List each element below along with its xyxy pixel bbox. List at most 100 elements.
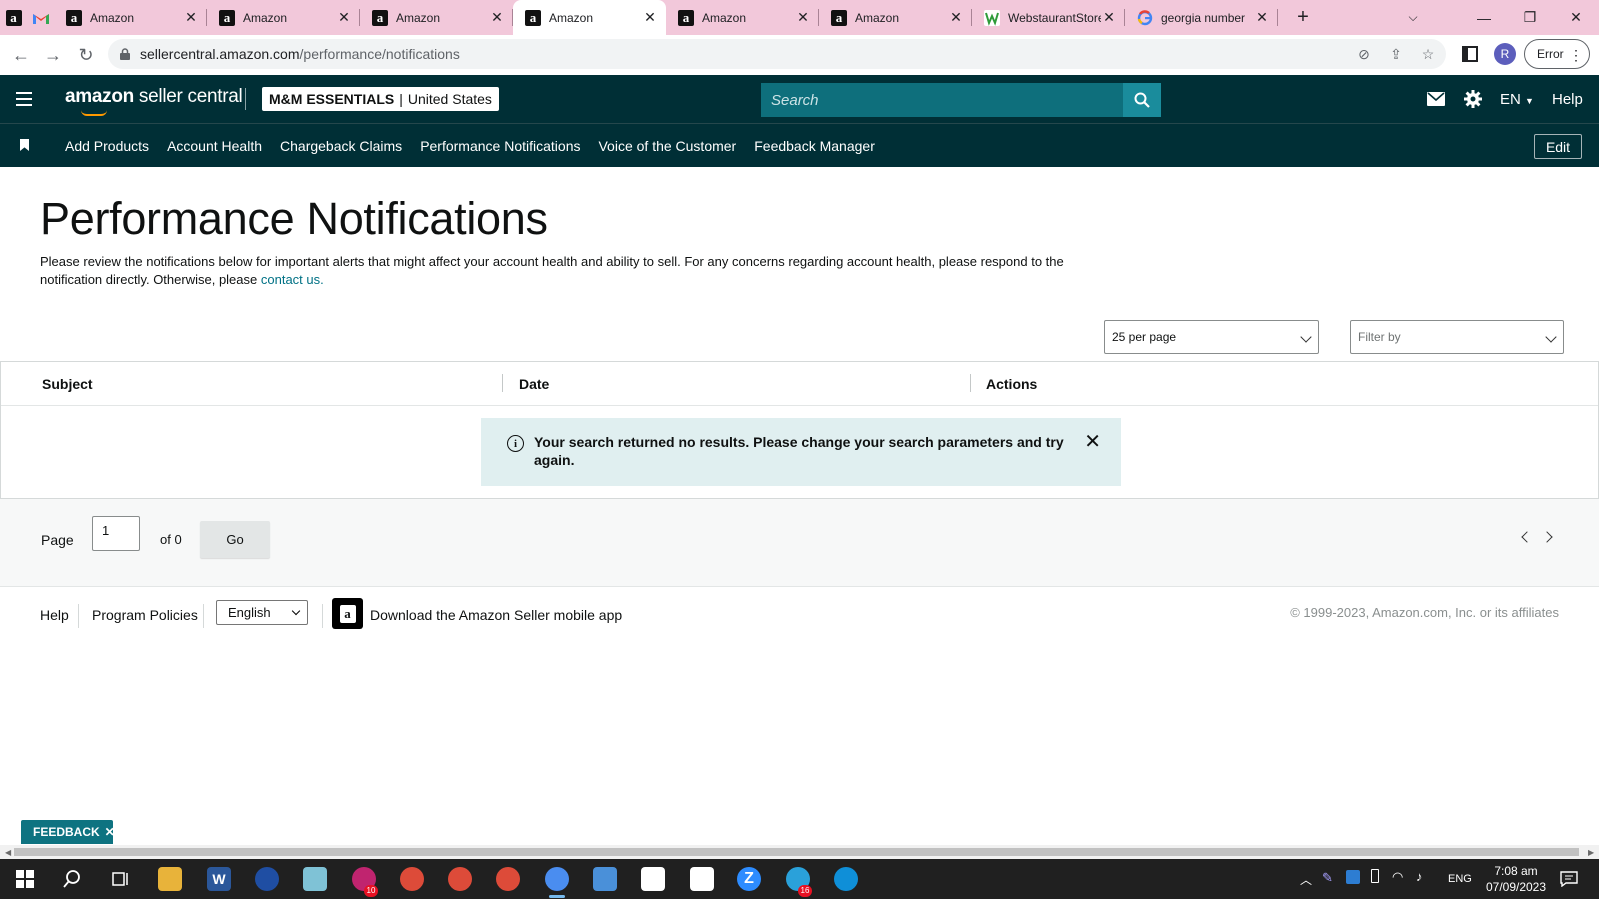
footer-help-link[interactable]: Help xyxy=(40,607,69,623)
gear-icon[interactable] xyxy=(1464,90,1482,108)
pinned-tab-amazon[interactable]: a xyxy=(0,0,27,35)
horizontal-scrollbar[interactable]: ◀ ▶ xyxy=(0,845,1599,859)
search-icon[interactable] xyxy=(60,867,84,891)
filter-select[interactable]: Filter by xyxy=(1350,320,1564,354)
chrome-icon[interactable] xyxy=(448,867,472,891)
task-view-icon[interactable] xyxy=(108,867,132,891)
page-number-input[interactable]: 1 xyxy=(92,516,140,551)
pinned-tab-gmail[interactable] xyxy=(27,0,54,35)
browser-tab[interactable]: a Amazon ✕ xyxy=(54,0,207,35)
notepad-icon[interactable] xyxy=(303,867,327,891)
chevron-right-icon[interactable] xyxy=(1541,531,1553,543)
volume-icon[interactable]: ♪ xyxy=(1416,869,1423,884)
language-selector[interactable]: EN ▼ xyxy=(1500,91,1534,108)
side-panel-icon[interactable] xyxy=(1462,46,1478,62)
active-app-indicator xyxy=(549,895,565,898)
close-tab-icon[interactable]: ✕ xyxy=(795,9,811,26)
word-icon[interactable]: W xyxy=(207,867,231,891)
search-input[interactable]: Search xyxy=(761,83,1123,117)
minimize-icon[interactable]: — xyxy=(1461,0,1507,35)
file-explorer-icon[interactable] xyxy=(158,867,182,891)
star-icon[interactable]: ☆ xyxy=(1417,46,1439,63)
address-bar[interactable]: sellercentral.amazon.com/performance/not… xyxy=(108,39,1446,69)
browser-tab[interactable]: a Amazon ✕ xyxy=(360,0,513,35)
close-tab-icon[interactable]: ✕ xyxy=(642,9,658,26)
browser-tab-active[interactable]: a Amazon ✕ xyxy=(513,0,666,35)
chrome-icon[interactable] xyxy=(496,867,520,891)
edit-bookmarks-button[interactable]: Edit xyxy=(1534,134,1582,159)
back-arrow-icon[interactable]: ← xyxy=(9,43,33,67)
help-link[interactable]: Help xyxy=(1552,91,1583,108)
install-app-icon[interactable]: ⊘ xyxy=(1353,46,1375,63)
forward-arrow-icon[interactable]: → xyxy=(41,43,65,67)
url-host: sellercentral.amazon.com xyxy=(140,46,300,62)
contact-us-link[interactable]: contact us. xyxy=(261,272,324,287)
download-app-link[interactable]: Download the Amazon Seller mobile app xyxy=(370,607,622,623)
close-tab-icon[interactable]: ✕ xyxy=(336,9,352,26)
error-chip[interactable]: Error ⋮ xyxy=(1524,39,1590,69)
pen-icon[interactable]: ✎ xyxy=(1322,870,1333,886)
close-icon[interactable]: ✕ xyxy=(105,825,115,839)
browser-tab[interactable]: WebstaurantStore ✕ xyxy=(972,0,1125,35)
amazon-seller-app-icon[interactable]: a xyxy=(332,598,363,629)
program-policies-link[interactable]: Program Policies xyxy=(92,607,198,623)
nav-add-products[interactable]: Add Products xyxy=(65,138,149,154)
share-icon[interactable]: ⇪ xyxy=(1385,46,1407,63)
chrome-icon[interactable] xyxy=(545,867,569,891)
calculator-icon[interactable] xyxy=(593,867,617,891)
battery-icon[interactable] xyxy=(1371,869,1379,883)
close-tab-icon[interactable]: ✕ xyxy=(489,9,505,26)
mail-icon[interactable] xyxy=(1427,92,1445,106)
profile-avatar[interactable]: R xyxy=(1494,43,1516,65)
nav-chargeback-claims[interactable]: Chargeback Claims xyxy=(280,138,402,154)
amazon-icon: a xyxy=(219,9,235,26)
edge-icon[interactable] xyxy=(834,867,858,891)
nav-performance-notifications[interactable]: Performance Notifications xyxy=(420,138,580,154)
nav-voice-of-the-customer[interactable]: Voice of the Customer xyxy=(598,138,736,154)
per-page-select[interactable]: 25 per page xyxy=(1104,320,1319,354)
chevron-left-icon[interactable] xyxy=(1521,531,1533,543)
wifi-icon[interactable]: ◠ xyxy=(1392,869,1403,885)
close-icon[interactable]: ✕ xyxy=(1084,432,1101,452)
nav-account-health[interactable]: Account Health xyxy=(167,138,262,154)
hamburger-menu-icon[interactable] xyxy=(16,92,32,106)
restore-icon[interactable]: ❐ xyxy=(1507,0,1553,35)
scrollbar-thumb[interactable] xyxy=(14,848,1579,856)
windows-start-icon[interactable] xyxy=(13,867,37,891)
stock-app-icon[interactable] xyxy=(690,867,714,891)
tab-search-chevron-icon[interactable]: ⌵ xyxy=(1398,0,1428,35)
nav-feedback-manager[interactable]: Feedback Manager xyxy=(754,138,875,154)
system-clock[interactable]: 7:08 am 07/09/2023 xyxy=(1480,863,1552,895)
scroll-right-icon[interactable]: ▶ xyxy=(1588,848,1594,857)
close-tab-icon[interactable]: ✕ xyxy=(948,9,964,26)
wps-icon[interactable] xyxy=(255,867,279,891)
window-close-icon[interactable]: ✕ xyxy=(1553,0,1599,35)
notifications-icon[interactable] xyxy=(1560,871,1578,887)
store-selector[interactable]: M&M ESSENTIALS | United States xyxy=(262,87,499,111)
feedback-tab[interactable]: FEEDBACK ✕ xyxy=(21,820,115,844)
reload-icon[interactable]: ↻ xyxy=(74,43,98,67)
search-button[interactable] xyxy=(1123,83,1161,117)
browser-tab[interactable]: a Amazon ✕ xyxy=(207,0,360,35)
column-date[interactable]: Date xyxy=(519,376,549,392)
close-tab-icon[interactable]: ✕ xyxy=(1101,9,1117,26)
cloud-icon[interactable] xyxy=(1346,870,1360,884)
new-tab-plus-icon[interactable]: + xyxy=(1288,6,1318,29)
footer-language-select[interactable]: English xyxy=(216,600,308,625)
seller-central-logo[interactable]: amazon seller central xyxy=(65,86,243,116)
zoom-icon[interactable]: Z xyxy=(737,867,761,891)
input-language[interactable]: ENG xyxy=(1448,873,1472,885)
column-actions[interactable]: Actions xyxy=(986,376,1037,392)
browser-tab[interactable]: a Amazon ✕ xyxy=(819,0,972,35)
close-tab-icon[interactable]: ✕ xyxy=(183,9,199,26)
bookmark-icon[interactable] xyxy=(20,139,29,151)
go-button[interactable]: Go xyxy=(200,521,270,558)
chrome-icon[interactable] xyxy=(400,867,424,891)
browser-tab[interactable]: georgia number ✕ xyxy=(1125,0,1278,35)
close-tab-icon[interactable]: ✕ xyxy=(1254,9,1270,26)
column-subject[interactable]: Subject xyxy=(42,376,93,392)
stock-app-icon[interactable] xyxy=(641,867,665,891)
tray-chevron-up-icon[interactable]: ︿ xyxy=(1300,871,1312,888)
browser-tab[interactable]: a Amazon ✕ xyxy=(666,0,819,35)
scroll-left-icon[interactable]: ◀ xyxy=(5,848,11,857)
